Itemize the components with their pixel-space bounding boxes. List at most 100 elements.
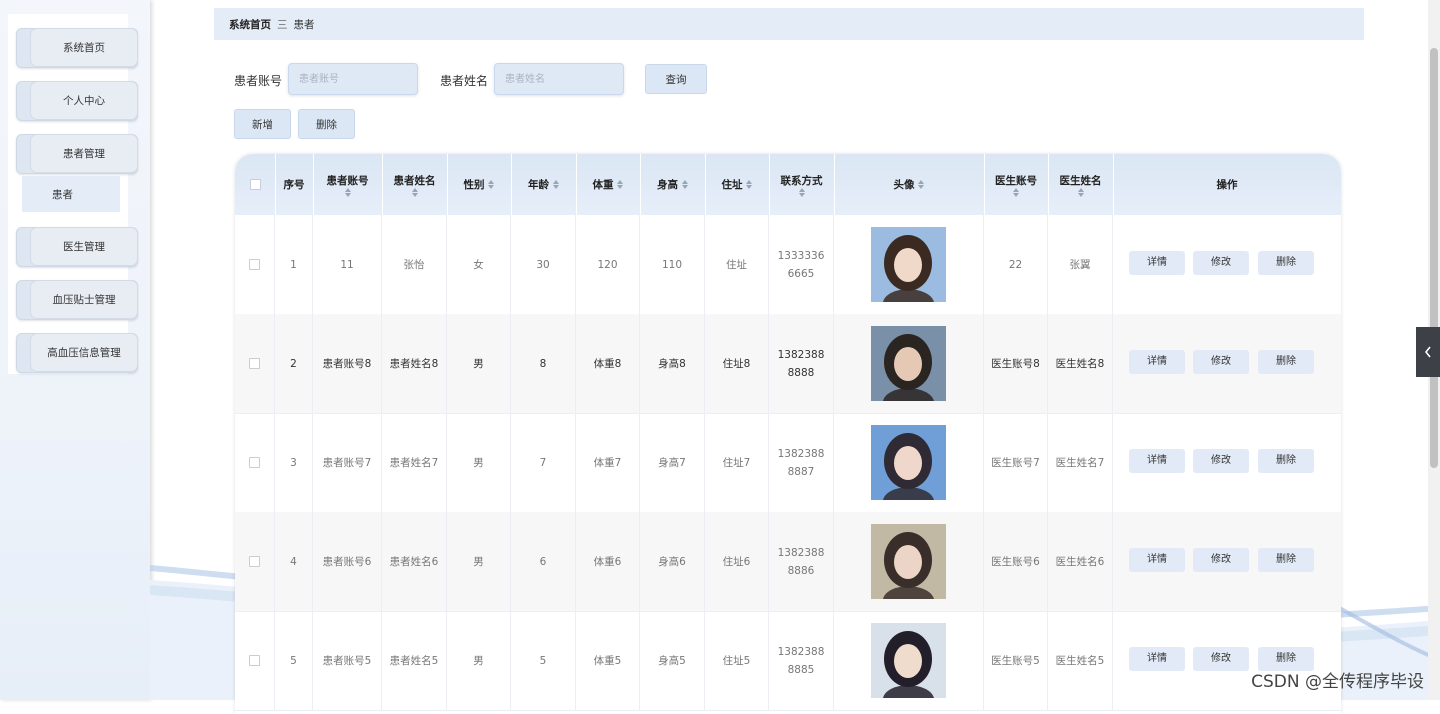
- table-cell: 1: [275, 215, 313, 314]
- table-cell: [834, 413, 984, 512]
- row-checkbox[interactable]: [249, 358, 260, 369]
- table-cell: 1382388 8885: [769, 611, 834, 710]
- name-search-input[interactable]: [494, 63, 624, 95]
- sort-icon[interactable]: [681, 180, 688, 189]
- table-cell: [235, 512, 275, 611]
- header-cell-sortable[interactable]: 医生账号: [984, 154, 1049, 215]
- header-cell-sortable[interactable]: 住址: [705, 154, 770, 215]
- batch-delete-button[interactable]: 删除: [298, 109, 355, 139]
- sort-icon[interactable]: [344, 187, 351, 197]
- delete-row-button[interactable]: 删除: [1258, 548, 1314, 572]
- phone-text: 1333336 6665: [778, 247, 825, 283]
- query-button[interactable]: 查询: [645, 64, 707, 94]
- header-select-all[interactable]: [235, 154, 276, 215]
- table-cell: 详情 修改 删除: [1113, 413, 1341, 512]
- collapse-panel-button[interactable]: [1416, 327, 1440, 377]
- sort-icon[interactable]: [1013, 187, 1020, 197]
- sort-icon[interactable]: [1077, 187, 1084, 197]
- table-cell: [235, 611, 275, 710]
- sort-icon[interactable]: [488, 180, 495, 189]
- sort-icon[interactable]: [617, 180, 624, 189]
- table-cell: 患者姓名5: [382, 611, 447, 710]
- table-cell: 1382388 8886: [769, 512, 834, 611]
- table-cell: 医生姓名8: [1048, 314, 1113, 413]
- row-checkbox[interactable]: [249, 259, 260, 270]
- header-cell-sortable[interactable]: 体重: [576, 154, 641, 215]
- table-cell: 男: [447, 314, 511, 413]
- table-cell: 女: [447, 215, 511, 314]
- table-cell: 身高7: [640, 413, 705, 512]
- phone-line-2: 8888: [787, 366, 815, 379]
- table-row: 3 患者账号7 患者姓名7 男 7 体重7 身高7 住址7 1382388 8887 医生账号7 医生…: [235, 413, 1341, 513]
- scrollbar-thumb[interactable]: [1430, 48, 1438, 468]
- table-cell: 男: [447, 512, 511, 611]
- detail-button[interactable]: 详情: [1129, 449, 1185, 473]
- sort-icon[interactable]: [918, 180, 925, 189]
- account-search-label: 患者账号: [234, 74, 283, 88]
- table-cell: 6: [511, 512, 576, 611]
- detail-button[interactable]: 详情: [1129, 251, 1185, 275]
- phone-line-1: 1382388: [777, 348, 825, 361]
- sidebar-item-doctors[interactable]: 医生管理: [16, 227, 138, 267]
- table-cell: 男: [447, 611, 511, 710]
- sidebar-item-profile[interactable]: 个人中心: [16, 81, 138, 121]
- header-cell-sortable[interactable]: 性别: [447, 154, 512, 215]
- table-cell: 体重7: [576, 413, 640, 512]
- table-cell: 患者账号7: [313, 413, 382, 512]
- phone-text: 1382388 8886: [778, 544, 825, 580]
- detail-button[interactable]: 详情: [1129, 647, 1185, 671]
- sort-icon[interactable]: [798, 187, 805, 197]
- table-cell: 患者账号5: [313, 611, 382, 710]
- phone-line-1: 1382388: [777, 645, 825, 658]
- sidebar-item-patients[interactable]: 患者管理: [16, 134, 138, 174]
- edit-button[interactable]: 修改: [1193, 449, 1249, 473]
- table-cell: 医生姓名5: [1048, 611, 1113, 710]
- sidebar-item-label: 血压贴士管理: [31, 281, 137, 318]
- delete-row-button[interactable]: 删除: [1258, 350, 1314, 374]
- header-cell-sortable[interactable]: 年龄: [511, 154, 577, 215]
- header-cell-sortable[interactable]: 患者账号: [313, 154, 383, 215]
- detail-button[interactable]: 详情: [1129, 548, 1185, 572]
- row-checkbox[interactable]: [249, 556, 260, 567]
- header-cell-sortable[interactable]: 联系方式: [769, 154, 835, 215]
- sidebar-item-home[interactable]: 系统首页: [16, 28, 138, 68]
- sort-icon[interactable]: [746, 180, 753, 189]
- detail-button[interactable]: 详情: [1129, 350, 1185, 374]
- table-cell: 医生账号8: [984, 314, 1048, 413]
- sidebar: 系统首页 个人中心 患者管理 患者 医生管理 血压贴士管理 高血压信息管理: [0, 0, 150, 700]
- phone-line-1: 1333336: [777, 249, 825, 262]
- sidebar-item-hypertension-info[interactable]: 高血压信息管理: [16, 333, 138, 373]
- header-cell-sortable[interactable]: 患者姓名: [382, 154, 448, 215]
- delete-row-button[interactable]: 删除: [1258, 251, 1314, 275]
- sidebar-item-bp-tips[interactable]: 血压贴士管理: [16, 280, 138, 320]
- sort-icon[interactable]: [552, 180, 559, 189]
- select-all-checkbox[interactable]: [249, 179, 261, 190]
- table-cell: 住址6: [705, 512, 769, 611]
- header-cell-sortable[interactable]: 身高: [640, 154, 706, 215]
- row-checkbox[interactable]: [249, 457, 260, 468]
- row-checkbox[interactable]: [249, 655, 260, 666]
- edit-button[interactable]: 修改: [1193, 548, 1249, 572]
- table-cell: 详情 修改 删除: [1113, 215, 1341, 314]
- table-cell: 住址: [705, 215, 769, 314]
- table-cell: 11: [313, 215, 382, 314]
- edit-button[interactable]: 修改: [1193, 647, 1249, 671]
- table-cell: 5: [511, 611, 576, 710]
- edit-button[interactable]: 修改: [1193, 350, 1249, 374]
- account-search-input[interactable]: [288, 63, 418, 95]
- phone-text: 1382388 8885: [778, 643, 825, 679]
- add-button[interactable]: 新增: [234, 109, 291, 139]
- delete-row-button[interactable]: 删除: [1258, 449, 1314, 473]
- sort-icon[interactable]: [411, 187, 418, 197]
- table-cell: [834, 314, 984, 413]
- table-cell: 8: [511, 314, 576, 413]
- avatar-image: [871, 425, 946, 500]
- breadcrumb-home[interactable]: 系统首页: [229, 17, 271, 32]
- breadcrumb: 系统首页 三 患者: [214, 8, 1364, 40]
- phone-text: 1382388 8888: [778, 346, 825, 382]
- header-cell-sortable[interactable]: 医生姓名: [1048, 154, 1114, 215]
- header-cell-sortable[interactable]: 头像: [834, 154, 985, 215]
- edit-button[interactable]: 修改: [1193, 251, 1249, 275]
- table-cell: [834, 215, 984, 314]
- sidebar-subitem-patient[interactable]: 患者: [22, 176, 120, 212]
